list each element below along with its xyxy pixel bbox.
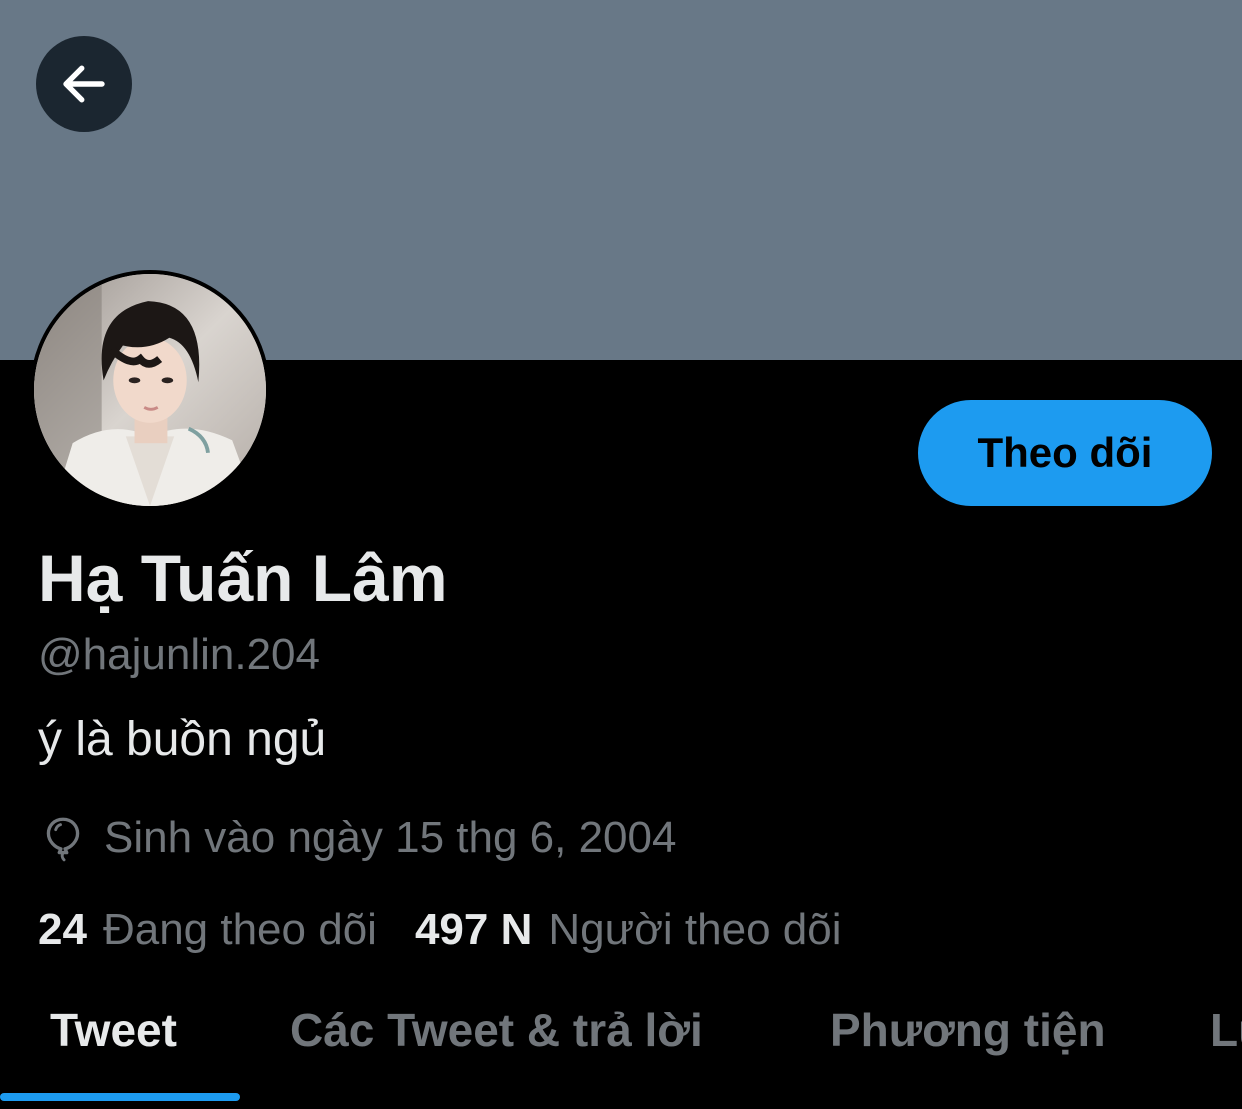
followers-count[interactable]: 497 N <box>415 905 532 955</box>
birthday-text: Sinh vào ngày 15 thg 6, 2004 <box>104 813 677 862</box>
display-name: Hạ Tuấn Lâm <box>38 541 448 615</box>
following-count[interactable]: 24 <box>38 905 87 955</box>
profile-tabs: Tweet Các Tweet & trả lời Phương tiện Lư <box>0 975 1242 1109</box>
profile-screen: Theo dõi Hạ Tuấn Lâm @hajunlin.204 ý là … <box>0 0 1242 1109</box>
tab-tweets-and-replies[interactable]: Các Tweet & trả lời <box>290 975 703 1085</box>
tab-media[interactable]: Phương tiện <box>830 975 1106 1085</box>
avatar[interactable] <box>30 270 270 510</box>
follow-stats: 24 Đang theo dõi 497 N Người theo dõi <box>38 902 880 958</box>
balloon-icon <box>46 817 80 862</box>
follow-button[interactable]: Theo dõi <box>918 400 1212 506</box>
profile-photo <box>34 274 266 506</box>
active-tab-indicator <box>0 1093 240 1101</box>
following-label[interactable]: Đang theo dõi <box>103 905 377 955</box>
birthday-info: Sinh vào ngày 15 thg 6, 2004 <box>38 810 676 866</box>
tab-tweets[interactable]: Tweet <box>50 975 177 1085</box>
back-button[interactable] <box>36 36 132 132</box>
tab-likes[interactable]: Lư <box>1210 975 1242 1085</box>
followers-label[interactable]: Người theo dõi <box>548 905 841 955</box>
profile-bio: ý là buồn ngủ <box>38 713 327 766</box>
username-handle: @hajunlin.204 <box>38 630 320 679</box>
arrow-left-icon <box>63 65 105 103</box>
